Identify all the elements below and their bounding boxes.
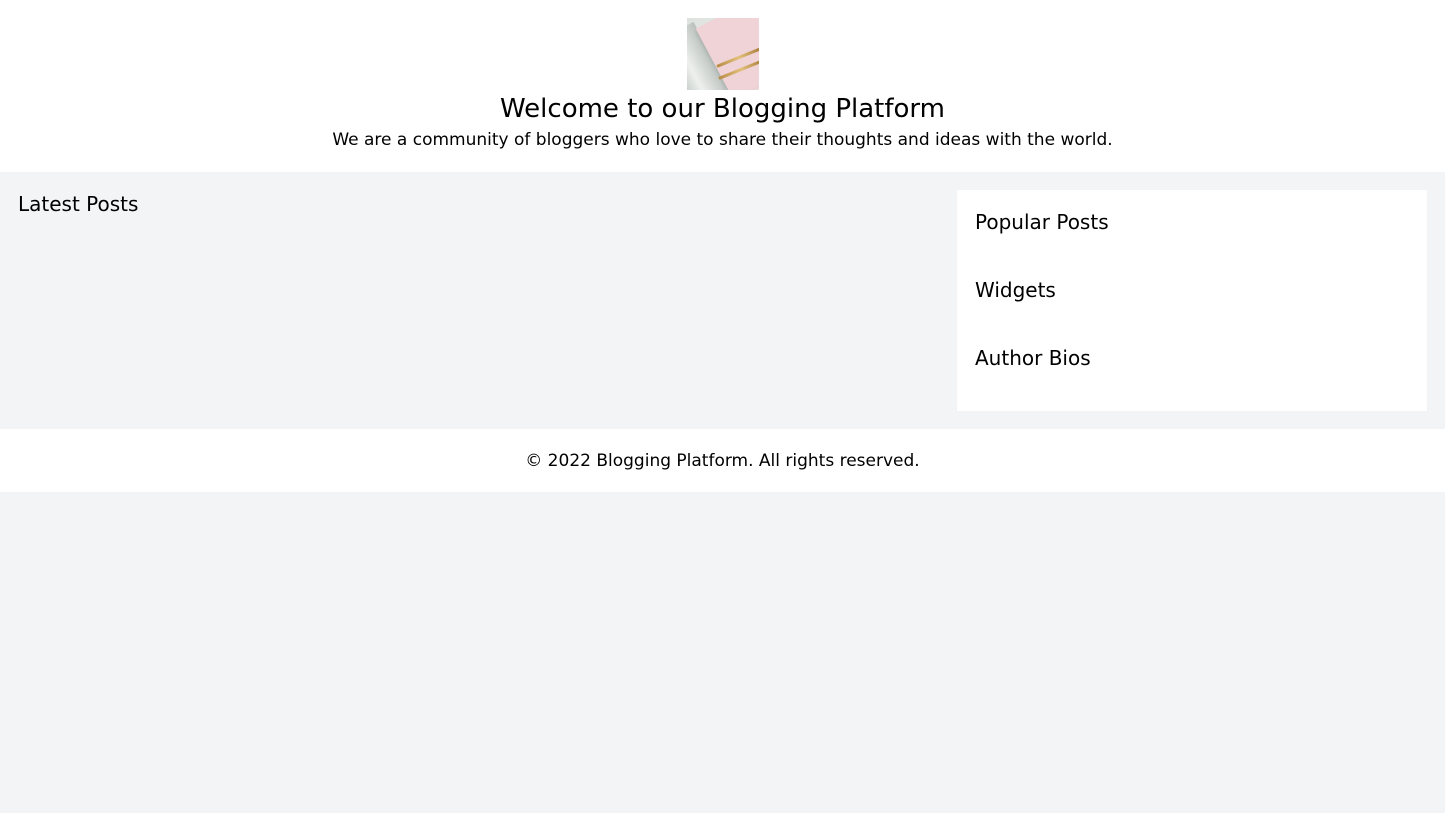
site-title: Welcome to our Blogging Platform xyxy=(500,94,945,124)
sidebar-heading-popular-posts: Popular Posts xyxy=(975,210,1109,234)
latest-posts-section: Latest Posts xyxy=(18,190,939,411)
sidebar-heading-widgets: Widgets xyxy=(975,278,1056,302)
sidebar-heading-author-bios: Author Bios xyxy=(975,346,1091,370)
footer-copyright: © 2022 Blogging Platform. All rights res… xyxy=(525,450,920,471)
latest-posts-heading: Latest Posts xyxy=(18,192,139,216)
sidebar: Popular Posts Widgets Author Bios xyxy=(957,190,1427,411)
site-logo-image xyxy=(686,18,759,90)
site-header: Welcome to our Blogging Platform We are … xyxy=(0,0,1445,172)
main-content: Latest Posts Popular Posts Widgets Autho… xyxy=(0,172,1445,429)
site-tagline: We are a community of bloggers who love … xyxy=(332,130,1113,150)
site-footer: © 2022 Blogging Platform. All rights res… xyxy=(0,429,1445,492)
